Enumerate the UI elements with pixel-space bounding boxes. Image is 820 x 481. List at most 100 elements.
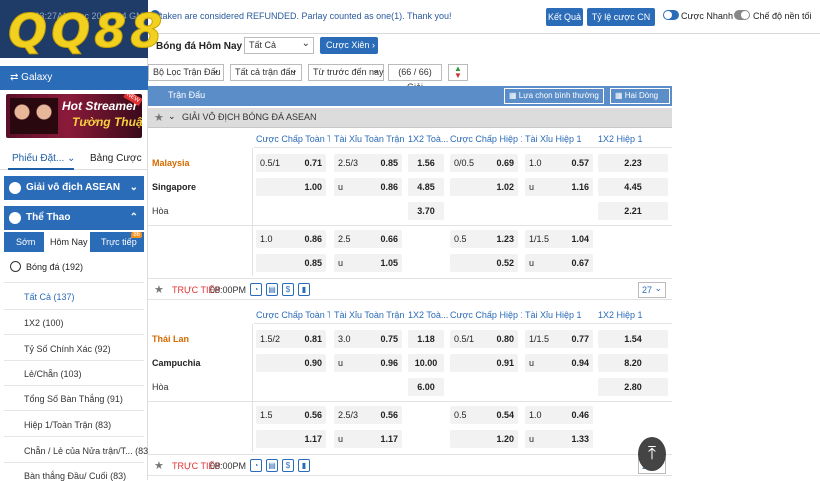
column-header-h1hcp: Cược Chấp Hiệp 1	[450, 310, 522, 320]
money-icon[interactable]: $	[282, 459, 294, 472]
galaxy-button[interactable]: ⇄ Galaxy	[0, 66, 148, 90]
odds-cell[interactable]: 1/1.5 0.77	[525, 330, 593, 348]
odds-cell[interactable]: u 1.05	[334, 254, 402, 272]
tab-live[interactable]: Trực tiếp	[101, 237, 137, 247]
odds-cell[interactable]: 1.54	[598, 330, 668, 348]
stats-icon[interactable]: ◔	[250, 459, 262, 472]
column-header-x12: 1X2 Toà...	[408, 134, 448, 144]
home-team-name[interactable]: Thái Lan	[152, 334, 189, 344]
odds-cell[interactable]: 2.23	[598, 154, 668, 172]
sort-select[interactable]: Từ trước đến nay	[308, 63, 384, 81]
tab-bet-list[interactable]: Bảng Cược	[90, 153, 142, 164]
odds-cell[interactable]: 0.5/1 0.80	[450, 330, 518, 348]
odds-cell[interactable]: u 0.86	[334, 178, 402, 196]
star-icon[interactable]: ★	[154, 283, 164, 296]
sidebar-item-odd-even[interactable]: Lẻ/Chẵn (103)	[24, 369, 82, 379]
odds-cell[interactable]: 2.80	[598, 378, 668, 396]
lines-select[interactable]: ▦ Hai Dòng	[610, 88, 670, 104]
sidebar-item-half-full[interactable]: Hiệp 1/Toàn Trận (83)	[24, 420, 111, 430]
tab-early[interactable]: Sớm	[16, 237, 35, 247]
sidebar-section-asean[interactable]: Giải vô địch ASEAN ⌄	[4, 176, 144, 200]
odds-cell[interactable]: 0.5 1.23	[450, 230, 518, 248]
handicap-line: u	[338, 358, 344, 368]
view-mode-select[interactable]: ▦ Lựa chọn bình thường	[504, 88, 604, 104]
sidebar-item-1x2[interactable]: 1X2 (100)	[24, 318, 64, 328]
odds-cell[interactable]: 1.5/2 0.81	[256, 330, 326, 348]
odds-cell[interactable]: 0/0.5 0.69	[450, 154, 518, 172]
odds-cell[interactable]: 4.85	[408, 178, 444, 196]
all-matches-select[interactable]: Tất cả trận đấu	[230, 63, 302, 81]
odds-cell[interactable]: u 1.17	[334, 430, 402, 448]
odds-cell[interactable]: 3.70	[408, 202, 444, 220]
info-icon[interactable]: ▤	[266, 283, 278, 296]
chart-icon[interactable]: ▮	[298, 459, 310, 472]
odds-cell[interactable]: 8.20	[598, 354, 668, 372]
odds-value: 1.00	[304, 182, 322, 192]
odds-cell[interactable]: u 0.94	[525, 354, 593, 372]
parlay-button[interactable]: Cược Xiên ›	[320, 37, 378, 54]
money-icon[interactable]: $	[282, 283, 294, 296]
sidebar-item-correct-score[interactable]: Tỷ Số Chính Xác (92)	[24, 344, 111, 354]
odds-value: 0.69	[496, 158, 514, 168]
odds-cell[interactable]: 1.02	[450, 178, 518, 196]
odds-cell[interactable]: 1.0 0.86	[256, 230, 326, 248]
odds-cell[interactable]: 10.00	[408, 354, 444, 372]
odds-cell[interactable]: 1.20	[450, 430, 518, 448]
odds-cell[interactable]: u 0.67	[525, 254, 593, 272]
odds-cell[interactable]: 2.21	[598, 202, 668, 220]
odds-cell[interactable]: 1.0 0.57	[525, 154, 593, 172]
tab-today[interactable]: Hôm Nay	[50, 237, 88, 247]
sidebar-item-all[interactable]: Tất Cả (137)	[24, 292, 75, 302]
odds-cell[interactable]: 1.5 0.56	[256, 406, 326, 424]
odds-cell[interactable]: 0.91	[450, 354, 518, 372]
sidebar-section-sports[interactable]: Thể Thao ⌃	[4, 206, 144, 230]
odds-cell[interactable]: 1.56	[408, 154, 444, 172]
tab-bet-slip[interactable]: Phiếu Đặt... ⌄	[12, 153, 75, 164]
column-divider	[252, 148, 253, 276]
odds-cell[interactable]: 6.00	[408, 378, 444, 396]
match-filter-select[interactable]: Bộ Lọc Trận Đấu	[148, 63, 224, 81]
chart-icon[interactable]: ▮	[298, 283, 310, 296]
more-markets-select[interactable]: 27	[638, 281, 666, 298]
brand-logo[interactable]: QQ88	[7, 4, 166, 59]
odds-cell[interactable]: u 0.96	[334, 354, 402, 372]
odds-cell[interactable]: 1.00	[256, 178, 326, 196]
quick-bet-toggle[interactable]	[663, 10, 679, 20]
odds-cell[interactable]: 1.0 0.46	[525, 406, 593, 424]
league-row[interactable]: ★ ⌄ GIẢI VÔ ĐỊCH BÓNG ĐÁ ASEAN	[148, 108, 672, 128]
sidebar-item-label: Tổng Số Bàn Thắng	[24, 394, 105, 404]
sort-updown-icon[interactable]: ▲ ▼	[448, 64, 468, 81]
dark-mode-toggle[interactable]	[734, 10, 750, 20]
home-team-name[interactable]: Malaysia	[152, 158, 190, 168]
odds-cell[interactable]: 3.0 0.75	[334, 330, 402, 348]
results-button[interactable]: Kết Quả	[546, 8, 583, 26]
sidebar-item-soccer[interactable]: Bóng đá (192)	[10, 261, 83, 272]
odds-cell[interactable]: 2.5/3 0.85	[334, 154, 402, 172]
odds-cell[interactable]: 1/1.5 1.04	[525, 230, 593, 248]
odds-cell[interactable]: 4.45	[598, 178, 668, 196]
odds-cell[interactable]: 0.85	[256, 254, 326, 272]
odds-cell[interactable]: 2.5 0.66	[334, 230, 402, 248]
hot-streamer-banner[interactable]: Hot Streamer Tường Thuật NEW	[6, 94, 142, 138]
odds-cell[interactable]: 1.17	[256, 430, 326, 448]
stats-icon[interactable]: ◔	[250, 283, 262, 296]
odds-cell[interactable]: 1.18	[408, 330, 444, 348]
market-select[interactable]: Tất Cả	[244, 36, 314, 54]
away-team-name[interactable]: Campuchia	[152, 358, 201, 368]
away-team-name[interactable]: Singapore	[152, 182, 196, 192]
odds-cell[interactable]: 2.5/3 0.56	[334, 406, 402, 424]
info-icon[interactable]: ▤	[266, 459, 278, 472]
sidebar-item-total-goals[interactable]: Tổng Số Bàn Thắng (91)	[24, 394, 123, 404]
star-icon[interactable]: ★	[154, 111, 164, 124]
odds-type-button[interactable]: Tỷ lệ cược CN ⌄	[587, 8, 655, 40]
odds-cell[interactable]: 0.5/1 0.71	[256, 154, 326, 172]
odds-cell[interactable]: u 1.16	[525, 178, 593, 196]
sidebar-item-half-odd-even[interactable]: Chẵn / Lẻ của Nửa trận/T... (83)	[24, 446, 151, 456]
odds-cell[interactable]: u 1.33	[525, 430, 593, 448]
odds-cell[interactable]: 0.52	[450, 254, 518, 272]
star-icon[interactable]: ★	[154, 459, 164, 472]
scroll-to-top-button[interactable]: ⤒	[638, 437, 666, 471]
grid-icon: ▦	[615, 91, 625, 100]
odds-cell[interactable]: 0.5 0.54	[450, 406, 518, 424]
odds-cell[interactable]: 0.90	[256, 354, 326, 372]
